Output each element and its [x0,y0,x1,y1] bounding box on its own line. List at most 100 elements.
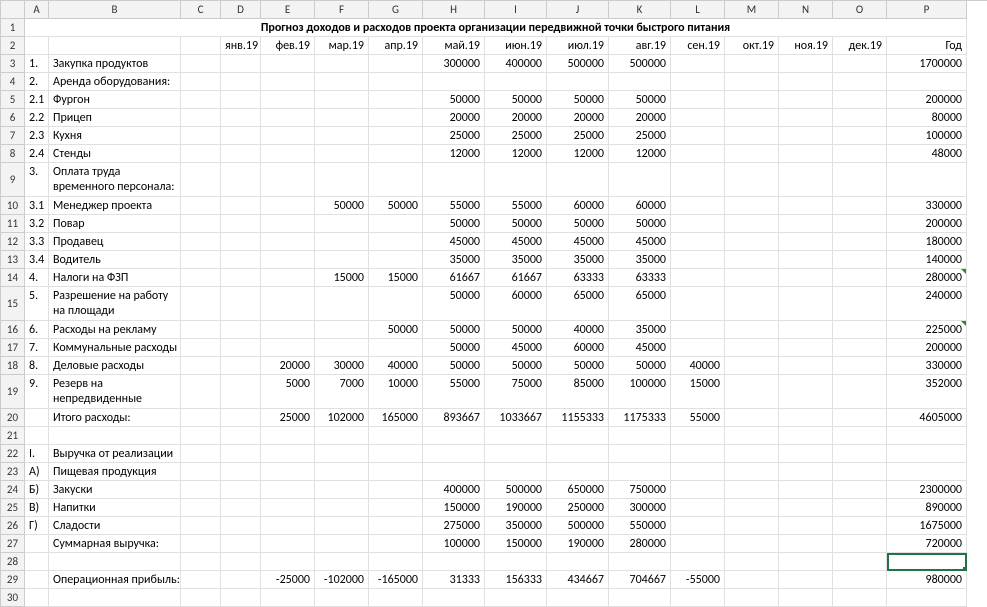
cell-value[interactable]: 45000 [485,233,547,251]
cell-value[interactable] [609,163,671,197]
cell-value[interactable] [261,55,315,73]
cell-index[interactable]: 2.1 [25,91,49,109]
cell-value[interactable] [315,127,369,145]
cell-value[interactable] [423,427,485,445]
cell-value[interactable] [779,481,833,499]
row-header-24[interactable]: 24 [1,481,25,499]
cell-value[interactable]: 190000 [485,499,547,517]
cell-value[interactable] [609,553,671,571]
cell-value[interactable] [261,481,315,499]
cell-value[interactable] [261,499,315,517]
cell-value[interactable] [315,109,369,127]
cell-value[interactable]: 7000 [315,375,369,409]
cell-value[interactable]: 150000 [423,499,485,517]
col-header-G[interactable]: G [369,1,423,19]
cell-value[interactable]: 65000 [547,287,609,321]
cell-index[interactable]: 3.2 [25,215,49,233]
cell-value[interactable]: 61667 [423,269,485,287]
cell-value[interactable] [315,481,369,499]
cell-index[interactable]: 8. [25,357,49,375]
cell-value[interactable]: 50000 [609,357,671,375]
cell-value[interactable] [221,91,261,109]
cell-label[interactable]: Сладости [49,517,181,535]
cell-value[interactable]: 25000 [423,127,485,145]
cell-C29[interactable] [181,571,221,589]
cell-value[interactable] [315,589,369,607]
cell-value[interactable] [221,233,261,251]
cell-value[interactable] [221,109,261,127]
cell-C7[interactable] [181,127,221,145]
cell-value[interactable] [261,109,315,127]
cell-value[interactable] [221,145,261,163]
cell-C5[interactable] [181,91,221,109]
cell-value[interactable] [833,215,887,233]
cell-value[interactable] [779,163,833,197]
cell-value[interactable]: 500000 [609,55,671,73]
cell-C11[interactable] [181,215,221,233]
cell-value[interactable]: 50000 [485,91,547,109]
row-header-17[interactable]: 17 [1,339,25,357]
cell-value[interactable] [725,571,779,589]
cell-value[interactable]: 50000 [423,91,485,109]
cell-value[interactable] [671,463,725,481]
cell-value[interactable]: 50000 [609,91,671,109]
cell-index[interactable]: 5. [25,287,49,321]
cell-value[interactable] [221,499,261,517]
cell-value[interactable] [833,463,887,481]
cell-value[interactable]: 50000 [485,321,547,339]
cell-value[interactable] [671,269,725,287]
cell-C20[interactable] [181,409,221,427]
cell-value[interactable]: 434667 [547,571,609,589]
cell-value[interactable] [725,233,779,251]
cell-value[interactable] [671,163,725,197]
cell-value[interactable] [779,499,833,517]
cell-value[interactable] [221,481,261,499]
col-header-O[interactable]: O [833,1,887,19]
cell-value[interactable] [833,91,887,109]
cell-index[interactable] [25,535,49,553]
cell-value[interactable] [833,445,887,463]
cell-value[interactable] [833,481,887,499]
cell-value[interactable] [671,499,725,517]
cell-value[interactable] [833,197,887,215]
cell-value[interactable] [671,589,725,607]
cell-value[interactable]: 63333 [609,269,671,287]
cell-value[interactable]: 100000 [609,375,671,409]
row-header-16[interactable]: 16 [1,321,25,339]
cell-value[interactable] [609,427,671,445]
cell-value[interactable]: 893667 [423,409,485,427]
cell-value[interactable]: 45000 [423,233,485,251]
cell-value[interactable] [315,55,369,73]
cell-value[interactable]: 100000 [423,535,485,553]
cell-year[interactable]: 1675000 [887,517,967,535]
row-header-3[interactable]: 3 [1,55,25,73]
cell-value[interactable] [671,535,725,553]
month-header[interactable]: окт.19 [725,37,779,55]
cell-year[interactable]: 4605000 [887,409,967,427]
cell-value[interactable] [369,55,423,73]
cell-value[interactable] [315,517,369,535]
cell-value[interactable] [671,445,725,463]
row-header-25[interactable]: 25 [1,499,25,517]
col-header-C[interactable]: C [181,1,221,19]
cell-value[interactable] [671,321,725,339]
cell-value[interactable]: 55000 [671,409,725,427]
month-header[interactable]: фев.19 [261,37,315,55]
cell-index[interactable]: 4. [25,269,49,287]
cell-value[interactable] [725,339,779,357]
cell-index[interactable]: 7. [25,339,49,357]
month-header[interactable]: апр.19 [369,37,423,55]
cell-value[interactable]: 75000 [485,375,547,409]
cell-C4[interactable] [181,73,221,91]
cell-value[interactable]: 35000 [609,251,671,269]
cell-year[interactable] [887,427,967,445]
cell-value[interactable]: 20000 [485,109,547,127]
cell-C24[interactable] [181,481,221,499]
cell-value[interactable] [725,321,779,339]
cell-year[interactable]: 1700000 [887,55,967,73]
cell-value[interactable]: 1033667 [485,409,547,427]
cell-index[interactable]: Г) [25,517,49,535]
cell-label[interactable]: Продавец [49,233,181,251]
cell-index[interactable]: Б) [25,481,49,499]
cell-value[interactable] [547,427,609,445]
